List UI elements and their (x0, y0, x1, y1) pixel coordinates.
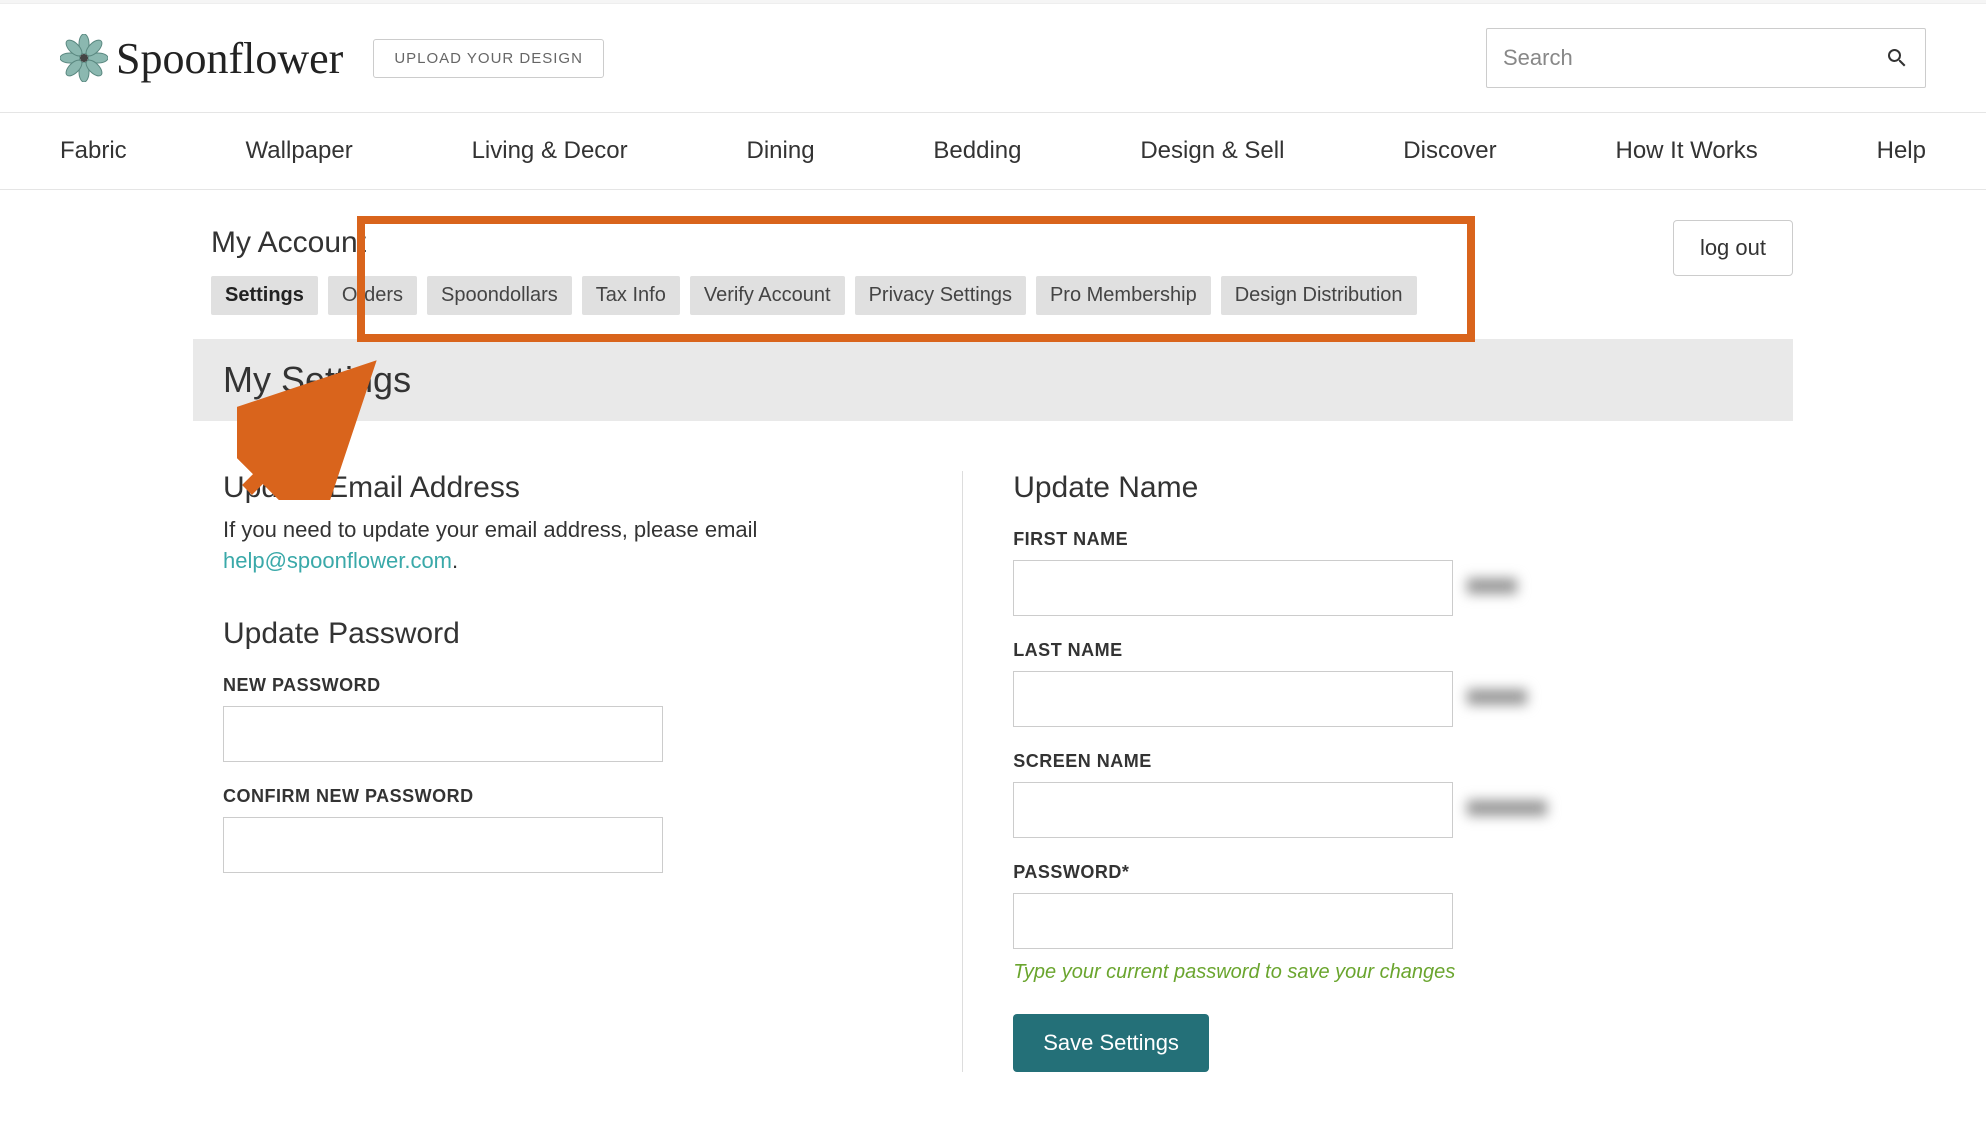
nav-living-decor[interactable]: Living & Decor (472, 137, 628, 165)
nav-bedding[interactable]: Bedding (933, 137, 1021, 165)
settings-right-column: Update Name FIRST NAME LAST NAME SCREEN … (962, 471, 1763, 1072)
tab-tax-info[interactable]: Tax Info (582, 276, 680, 315)
last-name-redacted (1467, 689, 1527, 705)
confirm-password-input[interactable] (223, 817, 663, 873)
nav-design-sell[interactable]: Design & Sell (1140, 137, 1284, 165)
update-email-title: Update Email Address (223, 471, 912, 505)
update-name-title: Update Name (1013, 471, 1763, 505)
confirm-password-label: CONFIRM NEW PASSWORD (223, 786, 912, 807)
password-hint: Type your current password to save your … (1013, 961, 1763, 984)
my-account-title: My Account (211, 226, 1775, 260)
new-password-input[interactable] (223, 706, 663, 762)
nav-help[interactable]: Help (1877, 137, 1926, 165)
current-password-input[interactable] (1013, 893, 1453, 949)
nav-discover[interactable]: Discover (1403, 137, 1496, 165)
help-email-link[interactable]: help@spoonflower.com (223, 548, 452, 573)
brand-name: Spoonflower (116, 33, 343, 84)
settings-header: My Settings (193, 339, 1793, 421)
main-nav: Fabric Wallpaper Living & Decor Dining B… (0, 113, 1986, 190)
my-account-section: My Account Settings Orders Spoondollars … (193, 216, 1793, 329)
first-name-input[interactable] (1013, 560, 1453, 616)
settings-left-column: Update Email Address If you need to upda… (223, 471, 962, 1072)
update-email-helper: If you need to update your email address… (223, 515, 912, 577)
account-tabs: Settings Orders Spoondollars Tax Info Ve… (211, 276, 1775, 315)
tab-orders[interactable]: Orders (328, 276, 417, 315)
email-helper-suffix: . (452, 548, 458, 573)
logo[interactable]: Spoonflower (60, 33, 343, 84)
update-password-title: Update Password (223, 617, 912, 651)
search-icon[interactable] (1885, 46, 1909, 70)
content-container: log out My Account Settings Orders Spoon… (193, 190, 1793, 1132)
screen-name-input[interactable] (1013, 782, 1453, 838)
tab-verify-account[interactable]: Verify Account (690, 276, 845, 315)
tab-settings[interactable]: Settings (211, 276, 318, 315)
save-settings-button[interactable]: Save Settings (1013, 1014, 1209, 1072)
page-title: My Settings (223, 359, 1763, 401)
nav-dining[interactable]: Dining (747, 137, 815, 165)
tab-pro-membership[interactable]: Pro Membership (1036, 276, 1211, 315)
upload-design-button[interactable]: UPLOAD YOUR DESIGN (373, 39, 604, 78)
header: Spoonflower UPLOAD YOUR DESIGN (0, 4, 1986, 113)
first-name-label: FIRST NAME (1013, 529, 1763, 550)
new-password-label: NEW PASSWORD (223, 675, 912, 696)
search-input[interactable] (1503, 45, 1885, 71)
flower-icon (60, 34, 108, 82)
email-helper-prefix: If you need to update your email address… (223, 517, 757, 542)
screen-name-redacted (1467, 800, 1547, 816)
tab-spoondollars[interactable]: Spoondollars (427, 276, 572, 315)
screen-name-label: SCREEN NAME (1013, 751, 1763, 772)
last-name-label: LAST NAME (1013, 640, 1763, 661)
tab-privacy-settings[interactable]: Privacy Settings (855, 276, 1026, 315)
first-name-redacted (1467, 578, 1517, 594)
tab-design-distribution[interactable]: Design Distribution (1221, 276, 1417, 315)
last-name-input[interactable] (1013, 671, 1453, 727)
nav-fabric[interactable]: Fabric (60, 137, 127, 165)
current-password-label: PASSWORD* (1013, 862, 1763, 883)
nav-how-it-works[interactable]: How It Works (1616, 137, 1758, 165)
nav-wallpaper[interactable]: Wallpaper (246, 137, 353, 165)
settings-body: Update Email Address If you need to upda… (193, 421, 1793, 1132)
search-box[interactable] (1486, 28, 1926, 88)
